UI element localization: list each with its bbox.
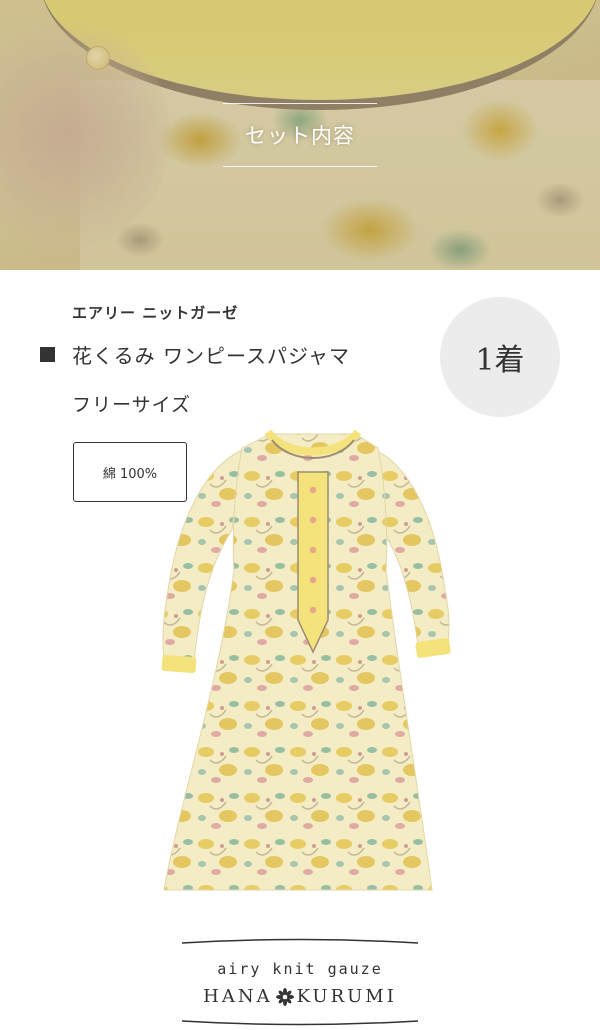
hero-title-frame: セット内容 [223,103,377,167]
product-name-row: 花くるみ ワンピースパジャマ [40,340,350,369]
logo-top-line [181,938,419,944]
flower-icon [275,987,294,1006]
logo-tagline: airy knit gauze [217,960,383,978]
logo-brand-left: HANA [203,986,273,1007]
quantity-badge: 1着 [440,297,560,417]
material-label: 綿 100% [102,466,158,482]
logo-brand-right: KURUMI [296,986,397,1007]
logo-bottom-line [181,1020,419,1026]
brand-logo: airy knit gauze HANA KURUMI [180,936,420,1030]
product-name: 花くるみ ワンピースパジャマ [72,344,350,368]
hero-banner: セット内容 [0,0,600,270]
logo-brand: HANA KURUMI [180,986,420,1007]
nightgown-product-image [150,420,470,920]
quantity-label: 1着 [475,343,525,378]
product-series: エアリー ニットガーゼ [72,304,239,322]
hero-title: セット内容 [245,124,355,148]
square-bullet-icon [40,347,55,362]
product-size: フリーサイズ [72,394,192,416]
nightgown-illustration [161,429,451,891]
